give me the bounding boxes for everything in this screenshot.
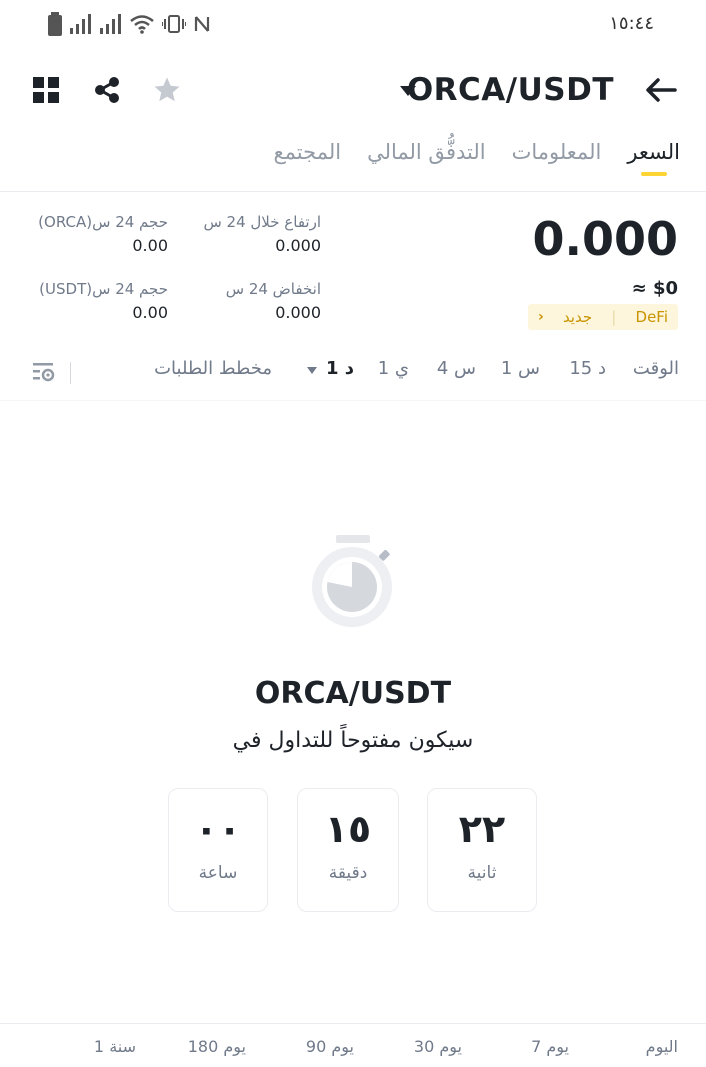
countdown-hours: ٠٠ ساعة: [168, 788, 268, 912]
countdown-hours-label: ساعة: [198, 863, 238, 883]
interval-1d[interactable]: 1 ي: [378, 358, 409, 379]
status-icons: [48, 12, 210, 36]
period-90d[interactable]: 90 يوم: [306, 1037, 354, 1056]
share-icon[interactable]: [91, 74, 123, 106]
signal-icon: [70, 14, 91, 34]
stat-low: انخفاض 24 س 0.000: [226, 280, 321, 322]
grid-icon[interactable]: [30, 74, 62, 106]
countdown-subtitle: سيكون مفتوحاً للتداول في: [232, 728, 474, 753]
stat-low-label: انخفاض 24 س: [225, 280, 321, 298]
stat-high-value: 0.000: [275, 236, 321, 255]
tag-new[interactable]: جديد: [563, 308, 592, 326]
countdown-minutes-value: ١٥: [324, 807, 372, 851]
countdown-hours-value: ٠٠: [194, 807, 242, 851]
favorite-star-icon[interactable]: [151, 74, 183, 106]
interval-caret-icon[interactable]: [307, 367, 317, 374]
chart-settings-icon[interactable]: [32, 360, 56, 388]
tag-defi[interactable]: DeFi: [636, 308, 668, 326]
countdown-seconds-value: ٢٢: [458, 807, 506, 851]
interval-bar: الوقت 15 د 1 س 4 س 1 ي 1 د مخطط الطلبات: [0, 358, 706, 388]
period-7d[interactable]: 7 يوم: [531, 1037, 569, 1056]
interval-order-book[interactable]: مخطط الطلبات: [154, 358, 272, 379]
tags-row[interactable]: DeFi | جديد ‹: [528, 304, 678, 330]
stat-low-value: 0.000: [275, 303, 321, 322]
tab-price[interactable]: السعر: [627, 140, 680, 164]
tab-money-flow[interactable]: التدفُّق المالي: [367, 140, 486, 164]
interval-4h[interactable]: 4 س: [437, 358, 476, 379]
tab-bar: السعر المعلومات التدفُّق المالي المجتمع: [273, 140, 680, 164]
wifi-icon: [130, 15, 154, 34]
stat-vol-base-value: 0.00: [132, 236, 168, 255]
stat-high-label: ارتفاع خلال 24 س: [203, 213, 321, 231]
interval-15m[interactable]: 15 د: [569, 358, 606, 379]
countdown-minutes-label: دقيقة: [328, 863, 368, 883]
signal-icon: [100, 14, 121, 34]
interval-1h[interactable]: 1 س: [501, 358, 540, 379]
interval-separator: [70, 362, 71, 384]
stopwatch-icon: [308, 530, 398, 634]
nfc-icon: [194, 16, 210, 32]
countdown-pair-title: ORCA/USDT: [254, 676, 452, 711]
back-arrow-icon[interactable]: [644, 74, 678, 106]
fiat-price: ≈ $0: [631, 278, 678, 299]
status-bar: ١٥:٤٤: [0, 0, 706, 50]
period-1y[interactable]: 1 سنة: [94, 1037, 136, 1056]
stat-vol-quote-label: حجم 24 س(USDT): [39, 280, 168, 298]
chevron-left-icon[interactable]: ‹: [538, 309, 544, 325]
stat-vol-quote: حجم 24 س(USDT) 0.00: [39, 280, 168, 322]
stat-vol-base: حجم 24 س(ORCA) 0.00: [38, 213, 168, 255]
countdown-minutes: ١٥ دقيقة: [297, 788, 399, 912]
vibrate-icon: [162, 15, 186, 33]
countdown-seconds: ٢٢ ثانية: [427, 788, 537, 912]
period-30d[interactable]: 30 يوم: [414, 1037, 462, 1056]
tab-community[interactable]: المجتمع: [273, 140, 341, 164]
period-today[interactable]: اليوم: [646, 1037, 678, 1056]
status-time: ١٥:٤٤: [609, 13, 654, 34]
chart-divider: [0, 400, 706, 401]
interval-selected[interactable]: 1 د: [326, 358, 354, 379]
stat-vol-base-label: حجم 24 س(ORCA): [38, 213, 168, 231]
tab-info[interactable]: المعلومات: [512, 140, 602, 164]
tag-separator: |: [611, 308, 617, 326]
periods-divider: [0, 1023, 706, 1024]
header: ORCA/USDT: [0, 60, 706, 122]
tabs-divider: [0, 191, 706, 192]
countdown-seconds-label: ثانية: [467, 863, 497, 883]
pair-title[interactable]: ORCA/USDT: [407, 72, 614, 108]
period-bar: اليوم 7 يوم 30 يوم 90 يوم 180 يوم 1 سنة: [0, 1037, 706, 1061]
interval-time[interactable]: الوقت: [633, 358, 679, 379]
period-180d[interactable]: 180 يوم: [188, 1037, 246, 1056]
battery-icon: [48, 12, 62, 36]
stat-high: ارتفاع خلال 24 س 0.000: [203, 213, 321, 255]
last-price: 0.000: [532, 212, 678, 266]
stat-vol-quote-value: 0.00: [132, 303, 168, 322]
